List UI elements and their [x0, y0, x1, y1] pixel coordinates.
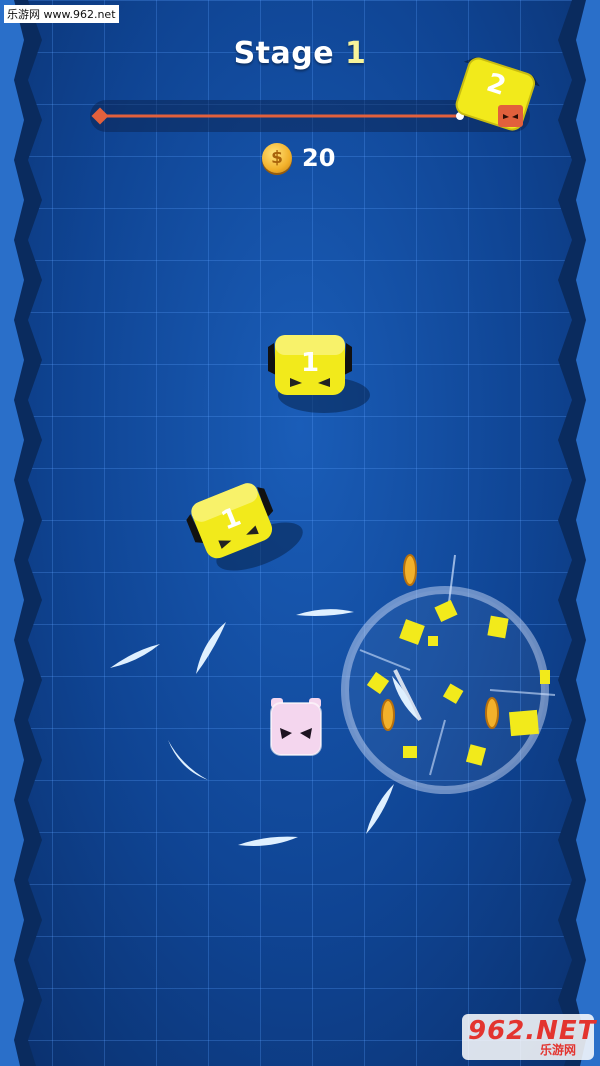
player-character [270, 698, 322, 756]
enemy-label: 1 [301, 348, 319, 378]
field-coin-icon [485, 697, 499, 729]
enemy-cube: 1 [186, 483, 303, 571]
logo-text: 962.NET [468, 1016, 597, 1046]
boss-marker-icon [498, 105, 523, 127]
field-coin-icon [381, 699, 395, 731]
game-field: 2 1 1 [110, 57, 556, 846]
field-coin-icon [403, 554, 417, 586]
boss-enemy-icon: 2 [455, 57, 540, 131]
enemy-cube: 1 [268, 335, 370, 413]
logo-subtext: 乐游网 [540, 1043, 577, 1057]
site-logo: 962.NET 乐游网 [462, 1014, 597, 1060]
